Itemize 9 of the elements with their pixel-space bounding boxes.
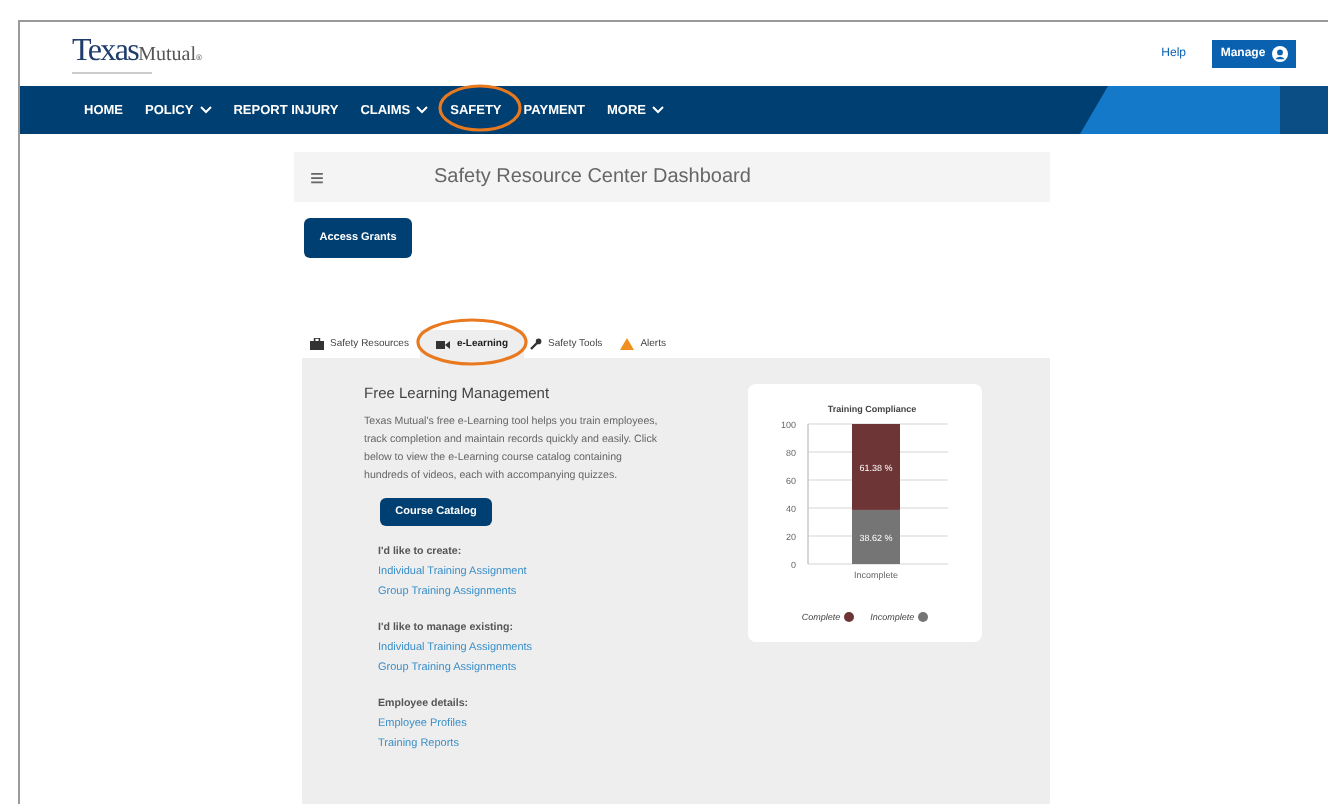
menu-icon[interactable]: ≡ (310, 163, 434, 191)
user-icon (1271, 45, 1288, 61)
briefcase-icon (310, 338, 324, 350)
video-camera-icon (436, 339, 451, 349)
dashboard-title: Safety Resource Center Dashboard (434, 166, 751, 188)
highlight-ellipse (416, 318, 528, 366)
wrench-icon (530, 338, 543, 350)
highlight-ellipse (438, 84, 522, 132)
warning-icon (620, 338, 635, 350)
